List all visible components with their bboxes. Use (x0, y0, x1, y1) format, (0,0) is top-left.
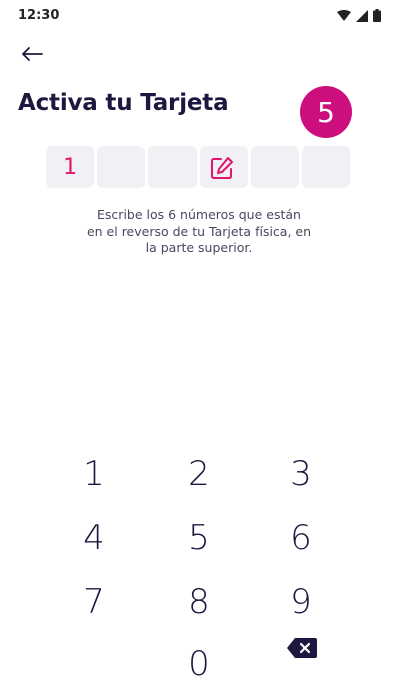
code-digit-5[interactable] (250, 146, 299, 188)
instructions-text: Escribe los 6 números que están en el re… (70, 207, 328, 257)
key-0[interactable]: 0 (159, 638, 239, 690)
key-9[interactable]: 9 (261, 576, 341, 628)
page-title: Activa tu Tarjeta (18, 90, 229, 116)
battery-icon (373, 9, 381, 22)
code-input[interactable]: 1 (46, 146, 351, 188)
key-2[interactable]: 2 (159, 448, 239, 500)
instructions-line-2: en el reverso de tu Tarjeta física, en (86, 223, 312, 239)
code-digit-2[interactable] (97, 146, 146, 188)
key-6[interactable]: 6 (261, 512, 341, 564)
status-bar: 12:30 (0, 0, 397, 32)
wifi-icon (337, 10, 351, 21)
backspace-icon[interactable] (286, 636, 318, 660)
key-5[interactable]: 5 (159, 512, 239, 564)
code-digit-3[interactable] (148, 146, 197, 188)
code-digit-1[interactable]: 1 (46, 146, 95, 188)
code-digit-6[interactable] (301, 146, 351, 188)
status-time: 12:30 (18, 8, 60, 23)
edit-icon[interactable] (208, 154, 236, 182)
back-arrow-icon[interactable] (18, 42, 46, 66)
key-8[interactable]: 8 (159, 576, 239, 628)
key-7[interactable]: 7 (54, 576, 134, 628)
instructions-line-3: la parte superior. (145, 240, 253, 255)
step-badge: 5 (300, 86, 352, 138)
status-icons (337, 9, 381, 22)
instructions-line-1: Escribe los 6 números que están (97, 207, 301, 222)
signal-icon (356, 9, 368, 22)
key-4[interactable]: 4 (54, 512, 134, 564)
key-3[interactable]: 3 (261, 448, 341, 500)
key-1[interactable]: 1 (54, 448, 134, 500)
